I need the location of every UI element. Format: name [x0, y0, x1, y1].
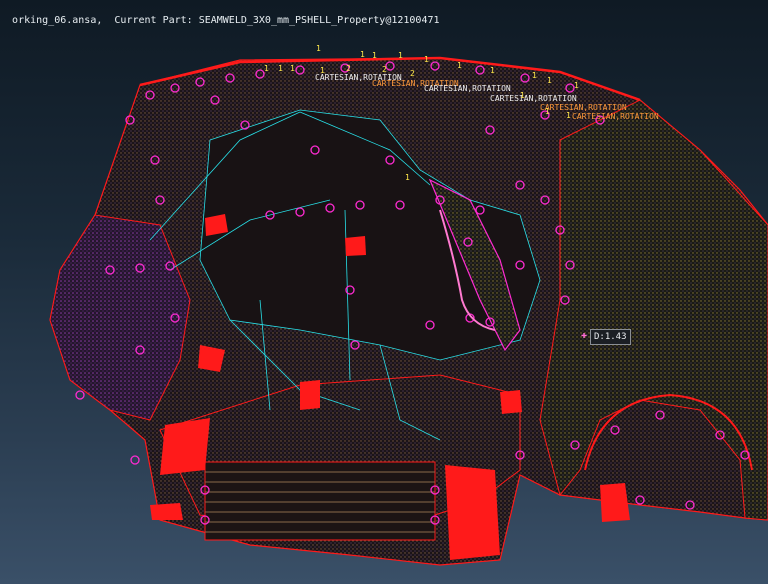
current-part: Current Part: SEAMWELD_3X0_mm_PSHELL_Pro…	[114, 15, 440, 26]
annotation-number: 1	[545, 107, 550, 116]
annotation-number: 1	[398, 51, 403, 60]
annotation-number: 1	[547, 76, 552, 85]
annotation-number: 1	[316, 44, 321, 53]
annotation-number: 1	[532, 71, 537, 80]
file-name: orking_06.ansa,	[12, 15, 103, 26]
annotation-number: 1	[490, 66, 495, 75]
rear-grille	[204, 461, 436, 541]
annotation-number: 1	[520, 91, 525, 100]
annotation-number: 1	[424, 55, 429, 64]
annotation-cartesian: CARTESIAN,ROTATION	[490, 94, 577, 103]
3d-viewport[interactable]: CARTESIAN,ROTATION CARTESIAN,ROTATION CA…	[0, 0, 768, 584]
annotation-cartesian: CARTESIAN,ROTATION	[424, 84, 511, 93]
annotation-number: 1	[264, 64, 269, 73]
annotation-cartesian: CARTESIAN,ROTATION	[572, 112, 659, 121]
annotation-number: 2	[382, 65, 387, 74]
annotation-number: 1	[566, 111, 571, 120]
distance-readout: D:1.43	[590, 329, 631, 345]
title-bar: orking_06.ansa, Current Part: SEAMWELD_3…	[0, 0, 439, 26]
annotation-number: 1	[360, 50, 365, 59]
annotation-number: 1	[290, 64, 295, 73]
annotation-number: 2	[346, 64, 351, 73]
annotation-number: 1	[457, 61, 462, 70]
annotation-number: 1	[405, 173, 410, 182]
annotation-cartesian: CARTESIAN,ROTATION	[540, 103, 627, 112]
annotation-number: 1	[320, 66, 325, 75]
annotation-number: 1	[278, 64, 283, 73]
cursor-cross-icon: ✚	[581, 330, 588, 341]
annotation-number: 2	[410, 69, 415, 78]
annotation-number: 1	[372, 51, 377, 60]
annotation-number: 1	[574, 81, 579, 90]
